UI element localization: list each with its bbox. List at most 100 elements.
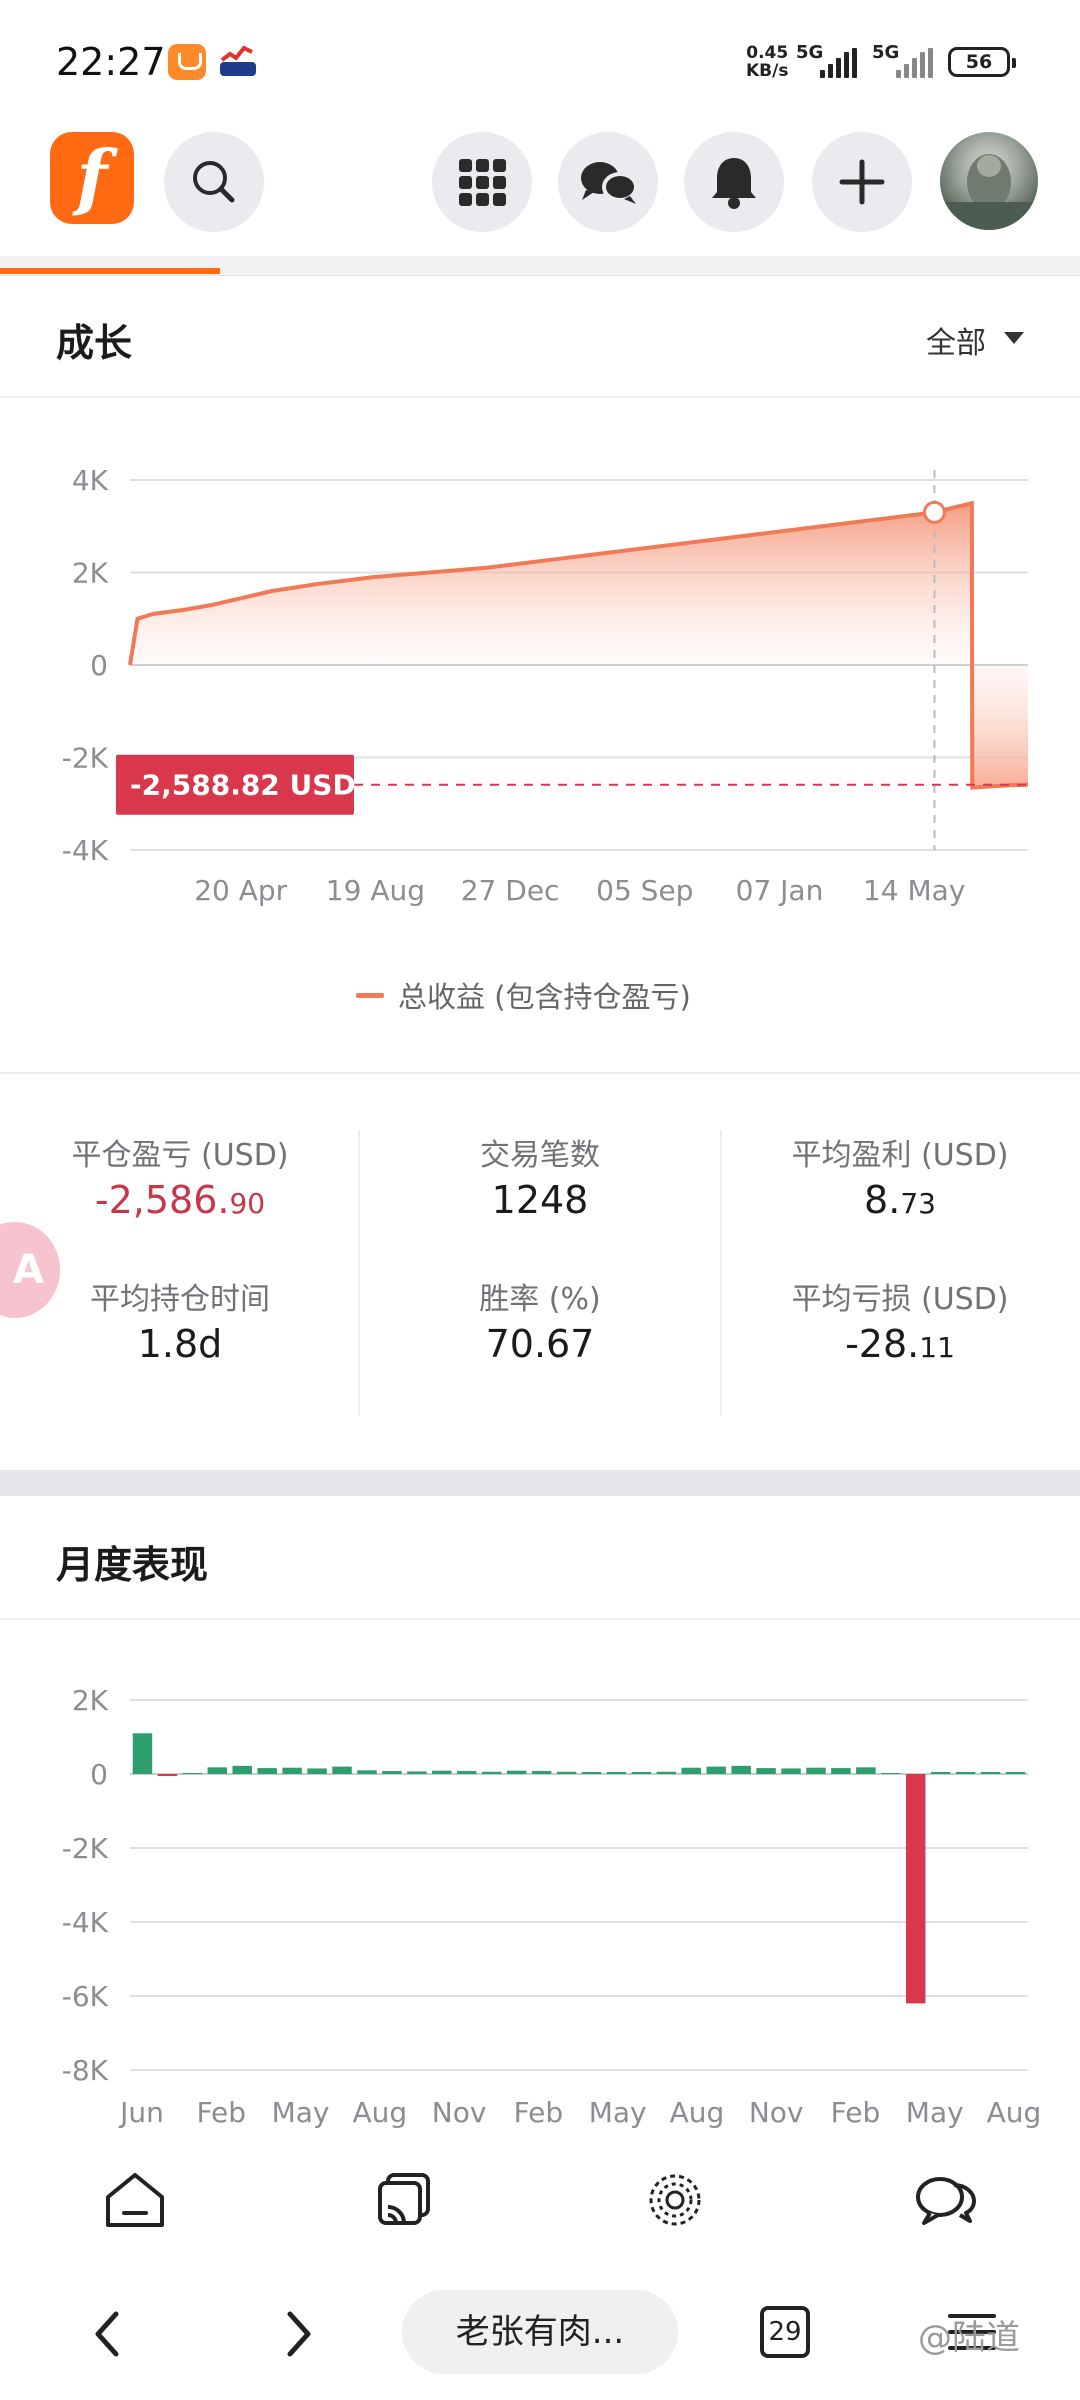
- plus-icon: [839, 159, 885, 205]
- discover-icon[interactable]: [640, 2165, 710, 2235]
- trades-label: 交易笔数: [480, 1138, 600, 1173]
- signal-icon: [896, 48, 938, 78]
- monthly-bar: [731, 1765, 751, 1774]
- current-value-label: -2,588.82 USD: [130, 769, 356, 802]
- monthly-bar: [631, 1772, 652, 1774]
- chat-icon[interactable]: [910, 2165, 980, 2235]
- y-tick-label: -2K: [62, 742, 109, 775]
- avg-loss-label: 平均亏损 (USD): [791, 1282, 1009, 1317]
- x-tick-label: May: [906, 2096, 964, 2129]
- signal-icon: [820, 48, 862, 78]
- bell-icon: [712, 158, 756, 209]
- x-tick-label: Feb: [196, 2096, 246, 2129]
- monthly-bar: [706, 1766, 726, 1774]
- x-tick-label: 14 May: [863, 874, 965, 907]
- status-time: 22:27: [56, 40, 166, 84]
- monthly-title: 月度表现: [56, 1543, 209, 1587]
- x-tick-label: Feb: [831, 2096, 881, 2129]
- avg-hold-value: 1.8d: [137, 1322, 223, 1366]
- closed-pnl-value: -2,586.90: [94, 1178, 266, 1222]
- x-tick-label: Nov: [749, 2096, 804, 2129]
- avg-profit-label: 平均盈利 (USD): [791, 1138, 1009, 1173]
- search-button[interactable]: [164, 132, 264, 232]
- x-tick-label: Jun: [118, 2096, 164, 2129]
- column-separator: [720, 1130, 722, 1416]
- monthly-bar: [781, 1768, 801, 1774]
- monthly-bar: [756, 1768, 776, 1774]
- apps-button[interactable]: [432, 132, 532, 232]
- stock-app-icon: [220, 45, 256, 76]
- monthly-bar: [282, 1767, 302, 1774]
- chat-bubbles-icon: [581, 162, 638, 204]
- y-tick-label: -6K: [62, 1980, 109, 2013]
- monthly-bar: [930, 1772, 951, 1774]
- crosshair-marker[interactable]: [922, 500, 946, 524]
- monthly-bar: [881, 1773, 901, 1774]
- app-logo[interactable]: f: [50, 132, 134, 224]
- divider: [0, 1618, 1080, 1620]
- battery-icon: 56: [948, 47, 1016, 77]
- monthly-bar: [407, 1771, 427, 1774]
- column-separator: [358, 1130, 360, 1416]
- tab-count-button[interactable]: 29: [760, 2306, 810, 2358]
- monthly-bar: [856, 1767, 876, 1774]
- forward-icon[interactable]: [276, 2306, 320, 2362]
- avg-profit-value: 8.73: [864, 1178, 936, 1222]
- back-icon[interactable]: [86, 2306, 130, 2362]
- monthly-bar: [906, 1774, 926, 2004]
- range-filter[interactable]: 全部: [926, 318, 986, 362]
- divider: [0, 1072, 1080, 1074]
- y-tick-label: 2K: [72, 557, 109, 590]
- avg-loss-value: -28.11: [845, 1322, 955, 1366]
- monthly-bar: [980, 1772, 1001, 1774]
- monthly-bar: [382, 1771, 402, 1774]
- grid-apps-icon: [459, 159, 506, 206]
- monthly-bar: [506, 1770, 527, 1774]
- avatar[interactable]: [940, 132, 1038, 230]
- x-tick-label: Aug: [352, 2096, 407, 2129]
- chart-legend: 总收益 (包含持仓盈亏): [398, 980, 691, 1014]
- divider: [0, 396, 1080, 398]
- cast-icon[interactable]: [370, 2165, 440, 2235]
- search-icon: [193, 161, 235, 203]
- monthly-bar: [606, 1772, 627, 1774]
- growth-title: 成长: [56, 321, 133, 365]
- network-speed: 0.45 KB/s: [746, 43, 789, 81]
- chevron-down-icon[interactable]: [1004, 332, 1024, 344]
- monthly-bar: [232, 1765, 252, 1774]
- growth-area-positive: [130, 503, 972, 665]
- y-tick-label: -2K: [62, 1832, 109, 1865]
- x-tick-label: 05 Sep: [596, 874, 693, 907]
- shopping-app-icon: [168, 44, 206, 80]
- monthly-bar: [157, 1774, 178, 1776]
- messages-button[interactable]: [558, 132, 658, 232]
- monthly-bar: [1005, 1772, 1026, 1774]
- y-tick-label: 0: [90, 649, 108, 682]
- monthly-bar: [656, 1771, 677, 1774]
- x-tick-label: May: [589, 2096, 647, 2129]
- create-button[interactable]: [812, 132, 912, 232]
- monthly-bar: [831, 1768, 851, 1774]
- x-tick-label: May: [272, 2096, 330, 2129]
- monthly-bar: [432, 1770, 452, 1774]
- y-tick-label: -4K: [62, 834, 109, 867]
- monthly-bar: [357, 1770, 377, 1774]
- x-tick-label: Nov: [432, 2096, 487, 2129]
- x-tick-label: 20 Apr: [194, 874, 287, 907]
- x-tick-label: Aug: [670, 2096, 725, 2129]
- notifications-button[interactable]: [684, 132, 784, 232]
- monthly-bar: [207, 1767, 228, 1774]
- y-tick-label: 2K: [72, 1684, 109, 1717]
- win-rate-value: 70.67: [485, 1322, 595, 1366]
- x-tick-label: 19 Aug: [326, 874, 425, 907]
- monthly-bar: [955, 1772, 976, 1774]
- monthly-bar: [307, 1768, 327, 1774]
- avg-hold-label: 平均持仓时间: [90, 1282, 270, 1317]
- monthly-bar: [581, 1772, 602, 1774]
- home-icon[interactable]: [100, 2165, 170, 2235]
- address-bar[interactable]: 老张有肉...: [402, 2290, 678, 2374]
- monthly-bar: [257, 1768, 277, 1774]
- monthly-chart: 2K 0 -2K -4K -6K -8K Jun Feb May Aug Nov Feb May Aug…: [62, 1684, 1042, 2129]
- growth-area-negative: [972, 665, 1028, 788]
- y-tick-label: 0: [90, 1758, 108, 1791]
